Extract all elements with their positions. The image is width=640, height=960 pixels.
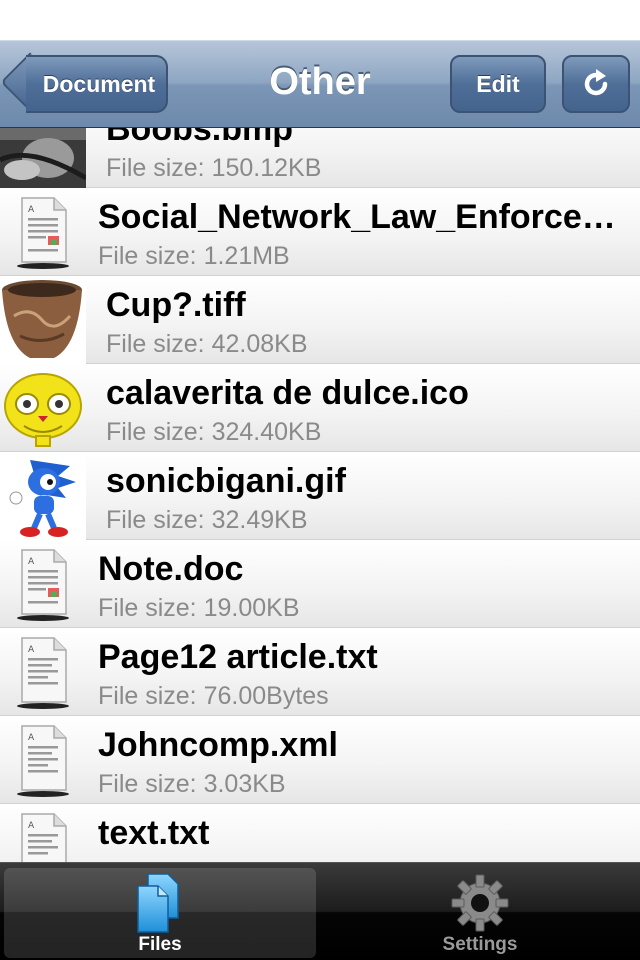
file-name: Cup?.tiff (106, 286, 246, 324)
navigation-bar: Document Other Edit (0, 40, 640, 128)
refresh-icon (584, 69, 608, 96)
tab-settings[interactable]: Settings (324, 868, 636, 958)
text-file-icon: A (0, 716, 86, 804)
file-size: File size: 42.08KB (106, 330, 308, 358)
status-bar-area (0, 0, 640, 40)
tab-files[interactable]: Files (4, 868, 316, 958)
list-item[interactable]: A Note.doc File size: 19.00KB (0, 540, 640, 628)
svg-text:A: A (28, 645, 35, 655)
file-size: File size: 3.03KB (98, 770, 286, 798)
tab-bar: Files Settings (0, 862, 640, 960)
list-item[interactable]: Cup?.tiff File size: 42.08KB (0, 276, 640, 364)
list-item[interactable]: sonicbigani.gif File size: 32.49KB (0, 452, 640, 540)
file-name: sonicbigani.gif (106, 462, 346, 500)
photo-thumbnail (0, 128, 86, 188)
file-name: Page12 article.txt (98, 638, 378, 676)
file-size: File size: 1.21MB (98, 242, 290, 270)
list-item[interactable]: A text.txt (0, 804, 640, 862)
text-file-icon: A (0, 804, 86, 862)
tab-label: Settings (442, 934, 518, 955)
list-item[interactable]: A Page12 article.txt File size: 76.00Byt… (0, 628, 640, 716)
file-list[interactable]: Boobs.bmp File size: 150.12KB A Social_N… (0, 128, 640, 862)
cup-thumbnail (0, 276, 86, 364)
file-size: File size: 150.12KB (106, 154, 322, 182)
file-name: text.txt (98, 814, 210, 852)
file-name: Social_Network_Law_Enforcement_Guide.pdf (98, 198, 618, 236)
file-size: File size: 324.40KB (106, 418, 322, 446)
file-size: File size: 76.00Bytes (98, 682, 329, 710)
tab-label: Files (138, 934, 182, 955)
sonic-thumbnail (0, 452, 86, 540)
text-file-icon: A (0, 628, 86, 716)
list-item[interactable]: calaverita de dulce.ico File size: 324.4… (0, 364, 640, 452)
svg-text:A: A (28, 733, 35, 743)
svg-text:A: A (28, 821, 35, 831)
skull-thumbnail (0, 364, 86, 452)
back-button[interactable]: Document (26, 55, 168, 113)
list-item[interactable]: A Johncomp.xml File size: 3.03KB (0, 716, 640, 804)
svg-text:A: A (28, 205, 35, 215)
list-item[interactable]: Boobs.bmp File size: 150.12KB (0, 128, 640, 188)
file-size: File size: 19.00KB (98, 594, 300, 622)
edit-button[interactable]: Edit (450, 55, 546, 113)
list-item[interactable]: A Social_Network_Law_Enforcement_Guide.p… (0, 188, 640, 276)
document-icon: A (0, 540, 86, 628)
svg-text:A: A (28, 557, 35, 567)
file-size: File size: 32.49KB (106, 506, 308, 534)
file-name: Johncomp.xml (98, 726, 338, 764)
gear-icon (451, 874, 509, 932)
file-name: Boobs.bmp (106, 128, 293, 148)
files-icon (137, 873, 179, 933)
document-icon: A (0, 188, 86, 276)
file-name: calaverita de dulce.ico (106, 374, 469, 412)
refresh-button[interactable] (562, 55, 630, 113)
file-name: Note.doc (98, 550, 244, 588)
